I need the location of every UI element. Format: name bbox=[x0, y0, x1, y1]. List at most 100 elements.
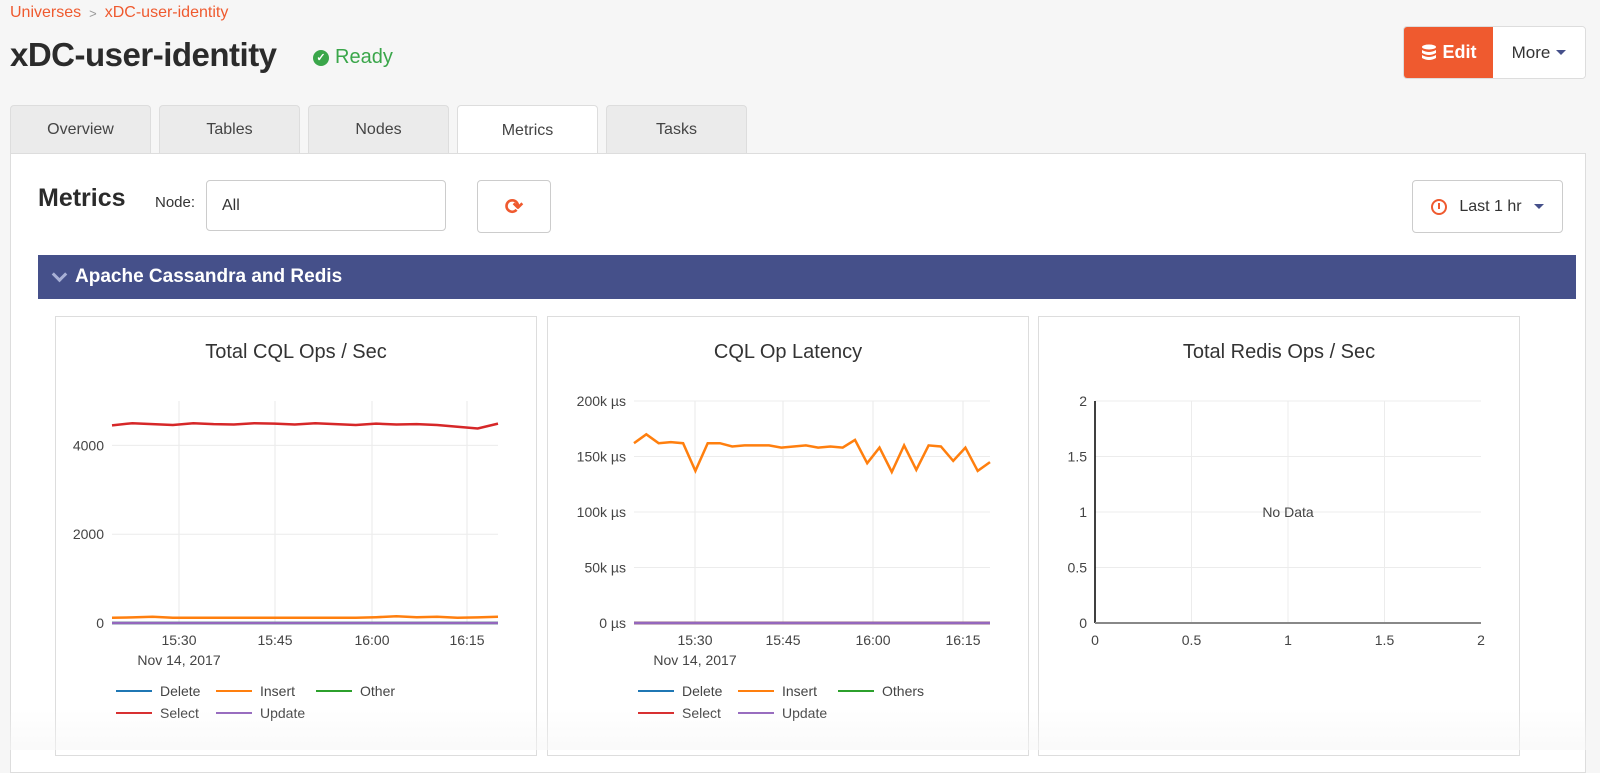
tab-metrics[interactable]: Metrics bbox=[457, 105, 598, 155]
x-tick-label: 2 bbox=[1477, 632, 1485, 648]
legend-swatch bbox=[216, 712, 252, 714]
clock-icon bbox=[1431, 198, 1448, 215]
more-dropdown-button[interactable]: More bbox=[1493, 27, 1585, 78]
series-line-insert bbox=[111, 615, 499, 619]
time-range-label: Last 1 hr bbox=[1459, 197, 1522, 215]
node-select[interactable]: All bbox=[206, 180, 446, 231]
y-tick-label: 1.5 bbox=[1068, 449, 1088, 465]
legend-label: Select bbox=[682, 705, 721, 721]
series-line-select bbox=[111, 421, 499, 430]
x-tick-label: 16:00 bbox=[855, 632, 890, 648]
y-tick-label: 2 bbox=[1079, 393, 1087, 409]
edit-button[interactable]: Edit bbox=[1404, 27, 1493, 78]
legend-swatch bbox=[738, 690, 774, 692]
x-tick-label: 15:30 bbox=[161, 632, 196, 648]
y-tick-label: 200k µs bbox=[577, 393, 626, 409]
legend-item-update[interactable]: Update bbox=[216, 705, 316, 721]
x-tick-label: 0.5 bbox=[1182, 632, 1202, 648]
legend-swatch bbox=[116, 690, 152, 692]
x-tick-label: 16:00 bbox=[354, 632, 389, 648]
x-tick-label: 16:15 bbox=[449, 632, 484, 648]
legend-label: Other bbox=[360, 683, 396, 699]
legend-swatch bbox=[638, 690, 674, 692]
series-line-insert bbox=[633, 432, 991, 475]
y-tick-label: 0 bbox=[96, 615, 104, 631]
y-tick-label: 50k µs bbox=[584, 560, 626, 576]
legend-label: Insert bbox=[782, 683, 818, 699]
chart-legend: Delete Insert Others Select Update bbox=[638, 683, 938, 721]
y-tick-label: 1 bbox=[1079, 504, 1087, 520]
tab-overview[interactable]: Overview bbox=[10, 105, 151, 153]
x-date-label: Nov 14, 2017 bbox=[137, 652, 220, 668]
no-data-label: No Data bbox=[1262, 504, 1314, 520]
tab-nodes[interactable]: Nodes bbox=[308, 105, 449, 153]
legend-label: Others bbox=[882, 683, 925, 699]
legend-item-select[interactable]: Select bbox=[638, 705, 738, 721]
section-header-cassandra-redis[interactable]: Apache Cassandra and Redis bbox=[38, 255, 1576, 299]
y-tick-label: 0 bbox=[1079, 615, 1087, 631]
legend-swatch bbox=[638, 712, 674, 714]
chart-panel-cql-latency: CQL Op Latency 15:30 15:45 16:00 16:15 Nov 1… bbox=[547, 316, 1029, 756]
database-icon bbox=[1421, 44, 1436, 60]
check-circle-icon: ✓ bbox=[313, 49, 329, 66]
legend-item-delete[interactable]: Delete bbox=[116, 683, 216, 699]
legend-label: Delete bbox=[160, 683, 201, 699]
y-tick-label: 100k µs bbox=[577, 504, 626, 520]
chart-panel-cql-ops: Total CQL Ops / Sec 15:30 15:45 16:00 16:15… bbox=[55, 316, 537, 756]
legend-item-insert[interactable]: Insert bbox=[738, 683, 838, 699]
legend-item-update[interactable]: Update bbox=[738, 705, 838, 721]
legend-label: Delete bbox=[682, 683, 723, 699]
legend-swatch bbox=[116, 712, 152, 714]
refresh-icon: ⟳ bbox=[504, 193, 524, 219]
tab-tables[interactable]: Tables bbox=[159, 105, 300, 153]
tab-tasks[interactable]: Tasks bbox=[606, 105, 747, 153]
status-text: Ready bbox=[335, 46, 393, 68]
caret-down-icon bbox=[1556, 50, 1567, 55]
legend-swatch bbox=[316, 690, 352, 692]
breadcrumb: Universes > xDC-user-identity bbox=[10, 4, 228, 22]
time-range-dropdown[interactable]: Last 1 hr bbox=[1412, 180, 1563, 233]
legend-item-select[interactable]: Select bbox=[116, 705, 216, 721]
y-tick-label: 150k µs bbox=[577, 449, 626, 465]
y-tick-label: 2000 bbox=[73, 526, 104, 542]
redis-ops-chart: 0 0.5 1 1.5 2 0 0.5 1 1.5 2 No Data bbox=[1068, 393, 1486, 648]
breadcrumb-separator-icon: > bbox=[89, 5, 97, 21]
legend-item-delete[interactable]: Delete bbox=[638, 683, 738, 699]
chevron-down-icon bbox=[51, 266, 68, 282]
legend-label: Insert bbox=[260, 683, 296, 699]
header-actions: Edit More bbox=[1403, 26, 1586, 79]
legend-item-other[interactable]: Other bbox=[316, 683, 416, 699]
legend-swatch bbox=[838, 690, 874, 692]
chart-panel-redis-ops: Total Redis Ops / Sec 0 0.5 1 1.5 2 0 0.5 1 1.5 2… bbox=[1038, 316, 1520, 756]
chart-legend: Delete Insert Other Select Update bbox=[116, 683, 416, 721]
edit-label: Edit bbox=[1442, 42, 1477, 62]
legend-item-others[interactable]: Others bbox=[838, 683, 938, 699]
page-title: xDC-user-identity bbox=[10, 36, 277, 73]
section-title: Apache Cassandra and Redis bbox=[75, 266, 343, 287]
x-date-label: Nov 14, 2017 bbox=[653, 652, 736, 668]
node-label: Node: bbox=[155, 194, 196, 211]
more-label: More bbox=[1511, 42, 1551, 62]
y-tick-label: 0.5 bbox=[1068, 560, 1088, 576]
legend-label: Select bbox=[160, 705, 199, 721]
legend-label: Update bbox=[782, 705, 828, 721]
x-tick-label: 1 bbox=[1284, 632, 1292, 648]
refresh-button[interactable]: ⟳ bbox=[477, 180, 551, 233]
x-tick-label: 1.5 bbox=[1375, 632, 1395, 648]
x-tick-label: 15:45 bbox=[257, 632, 292, 648]
x-tick-label: 0 bbox=[1091, 632, 1099, 648]
x-tick-label: 15:45 bbox=[765, 632, 800, 648]
breadcrumb-current-link[interactable]: xDC-user-identity bbox=[105, 4, 229, 22]
status-badge: ✓ Ready bbox=[313, 46, 393, 69]
metrics-heading: Metrics bbox=[38, 184, 126, 212]
y-tick-label: 0 µs bbox=[599, 615, 626, 631]
legend-label: Update bbox=[260, 705, 306, 721]
caret-down-icon bbox=[1533, 204, 1544, 209]
metrics-content: Metrics Node: All ⟳ Last 1 hr Apache Cas… bbox=[10, 153, 1586, 773]
legend-item-insert[interactable]: Insert bbox=[216, 683, 316, 699]
x-tick-label: 15:30 bbox=[677, 632, 712, 648]
tab-bar: Overview Tables Nodes Metrics Tasks bbox=[10, 105, 747, 155]
legend-swatch bbox=[738, 712, 774, 714]
y-tick-label: 4000 bbox=[73, 437, 104, 453]
breadcrumb-universes-link[interactable]: Universes bbox=[10, 4, 81, 22]
